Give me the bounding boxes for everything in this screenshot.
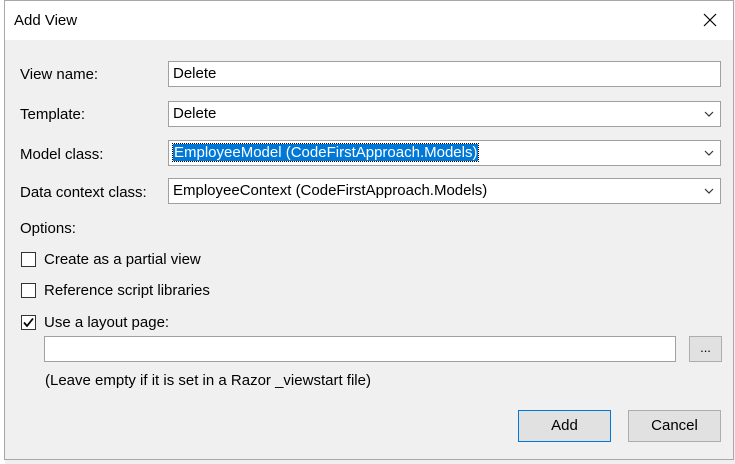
data-context-value: EmployeeContext (CodeFirstApproach.Model…: [173, 182, 488, 199]
script-libraries-option[interactable]: Reference script libraries: [21, 280, 210, 300]
model-class-label: Model class:: [20, 146, 104, 163]
layout-hint: (Leave empty if it is set in a Razor _vi…: [45, 372, 371, 389]
data-context-label: Data context class:: [20, 184, 147, 201]
close-button[interactable]: [693, 5, 727, 35]
script-libraries-label: Reference script libraries: [44, 281, 210, 299]
layout-page-option[interactable]: Use a layout page:: [21, 312, 169, 332]
data-context-select[interactable]: EmployeeContext (CodeFirstApproach.Model…: [168, 178, 721, 204]
title-bar: Add View: [5, 1, 733, 40]
checkmark-icon: [23, 317, 34, 327]
template-label: Template:: [20, 106, 86, 123]
model-class-select[interactable]: EmployeeModel (CodeFirstApproach.Models): [168, 140, 721, 166]
view-name-input[interactable]: Delete: [168, 61, 721, 87]
chevron-down-icon: [704, 150, 714, 156]
view-name-value: Delete: [173, 65, 217, 82]
add-view-dialog: Add View View name: Delete Template: Del…: [4, 0, 734, 460]
template-value: Delete: [173, 105, 217, 122]
chevron-down-icon: [704, 188, 714, 194]
close-icon: [703, 13, 717, 27]
cancel-button[interactable]: Cancel: [628, 410, 721, 442]
chevron-down-icon: [704, 111, 714, 117]
partial-view-option[interactable]: Create as a partial view: [21, 249, 201, 269]
partial-view-label: Create as a partial view: [44, 250, 201, 268]
add-button[interactable]: Add: [518, 410, 611, 442]
browse-button[interactable]: ...: [689, 336, 722, 362]
dialog-title: Add View: [14, 12, 78, 29]
options-label: Options:: [20, 220, 76, 237]
view-name-label: View name:: [20, 66, 99, 83]
layout-page-checkbox[interactable]: [21, 314, 36, 330]
script-libraries-checkbox[interactable]: [21, 282, 36, 298]
layout-page-label: Use a layout page:: [44, 313, 170, 331]
model-class-value: EmployeeModel (CodeFirstApproach.Models): [171, 143, 480, 162]
layout-page-input[interactable]: [44, 336, 676, 362]
partial-view-checkbox[interactable]: [21, 251, 36, 267]
template-select[interactable]: Delete: [168, 101, 721, 127]
